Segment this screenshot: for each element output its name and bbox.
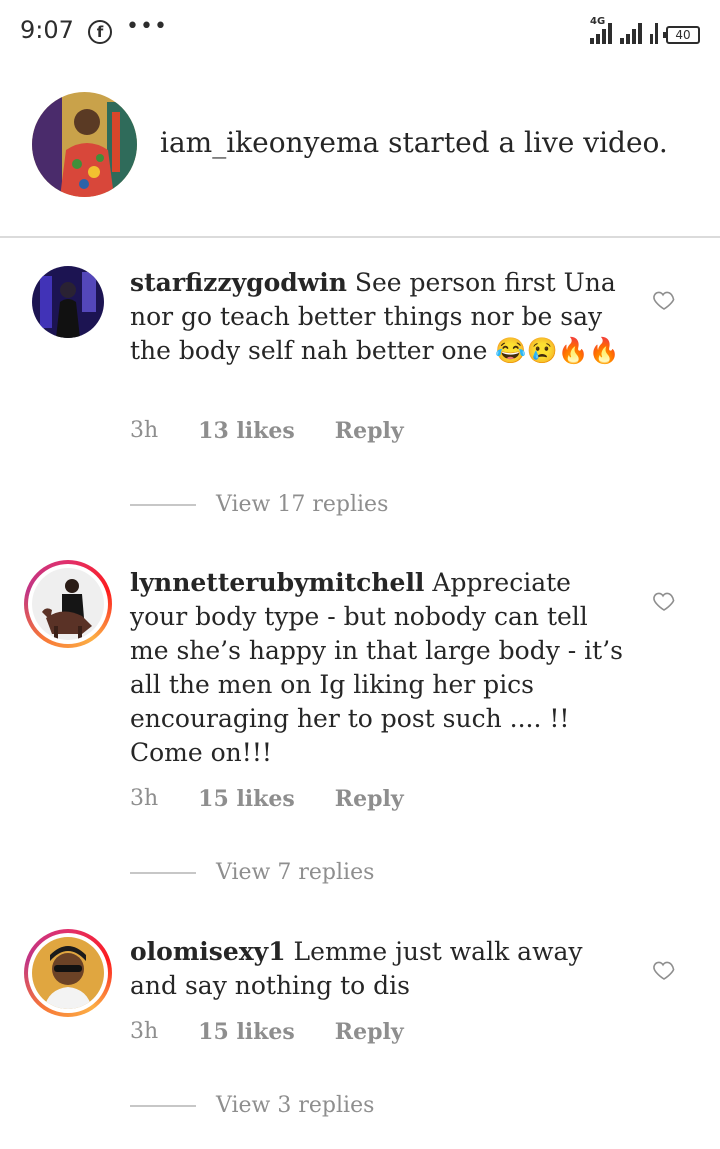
comment-text: starfizzygodwin See person first Una nor… xyxy=(130,266,630,368)
comment-text: lynnetterubymitchell Appreciate your bod… xyxy=(130,566,630,770)
comment-time: 3h xyxy=(130,418,159,443)
story-ring-avatar[interactable] xyxy=(24,929,112,1017)
status-time: 9:07 xyxy=(20,16,74,44)
comment-username[interactable]: olomisexy1 xyxy=(130,937,286,966)
reply-button[interactable]: Reply xyxy=(335,1019,404,1045)
battery-icon: 40 xyxy=(663,26,700,44)
host-avatar[interactable] xyxy=(32,92,137,197)
heart-outline-icon[interactable] xyxy=(652,958,676,982)
comment-text: olomisexy1 Lemme just walk away and say … xyxy=(130,935,630,1003)
commenter-avatar[interactable] xyxy=(32,266,104,338)
status-bar: 9:07 f ••• 4G 40 xyxy=(0,0,720,64)
comment-time: 3h xyxy=(130,1019,159,1044)
view-replies-label: View 7 replies xyxy=(216,860,375,885)
facebook-icon: f xyxy=(88,20,112,44)
header-divider xyxy=(0,236,720,238)
heart-outline-icon[interactable] xyxy=(652,288,676,312)
notification-text: iam_ikeonyema started a live video. xyxy=(160,126,668,159)
live-video-notification[interactable]: iam_ikeonyema started a live video. xyxy=(0,84,720,204)
replies-divider-line xyxy=(130,1104,196,1107)
network-type-label: 4G xyxy=(590,16,606,27)
comment-time: 3h xyxy=(130,786,159,811)
view-replies-button[interactable]: View 3 replies xyxy=(130,1093,374,1118)
view-replies-label: View 17 replies xyxy=(216,492,389,517)
replies-divider-line xyxy=(130,871,196,874)
cellular-signal-2-icon xyxy=(620,22,642,44)
comment-likes[interactable]: 15 likes xyxy=(198,786,295,812)
comment-likes[interactable]: 13 likes xyxy=(198,418,295,444)
heart-outline-icon[interactable] xyxy=(652,589,676,613)
comment-username[interactable]: starfizzygodwin xyxy=(130,268,347,297)
story-ring-avatar[interactable] xyxy=(24,560,112,648)
comment-likes[interactable]: 15 likes xyxy=(198,1019,295,1045)
view-replies-button[interactable]: View 7 replies xyxy=(130,860,374,885)
status-icons: 4G 40 xyxy=(590,16,700,44)
comment-body: Appreciate your body type - but nobody c… xyxy=(130,568,624,767)
comment-meta: 3h 13 likes Reply xyxy=(130,418,404,444)
replies-divider-line xyxy=(130,503,196,506)
view-replies-label: View 3 replies xyxy=(216,1093,375,1118)
more-notifications-icon: ••• xyxy=(126,14,168,39)
wifi-signal-icon xyxy=(650,22,658,44)
comment-meta: 3h 15 likes Reply xyxy=(130,786,404,812)
view-replies-button[interactable]: View 17 replies xyxy=(130,492,388,517)
comment-meta: 3h 15 likes Reply xyxy=(130,1019,404,1045)
reply-button[interactable]: Reply xyxy=(335,786,404,812)
reply-button[interactable]: Reply xyxy=(335,418,404,444)
comment-username[interactable]: lynnetterubymitchell xyxy=(130,568,424,597)
cellular-signal-icon: 4G xyxy=(590,16,612,44)
